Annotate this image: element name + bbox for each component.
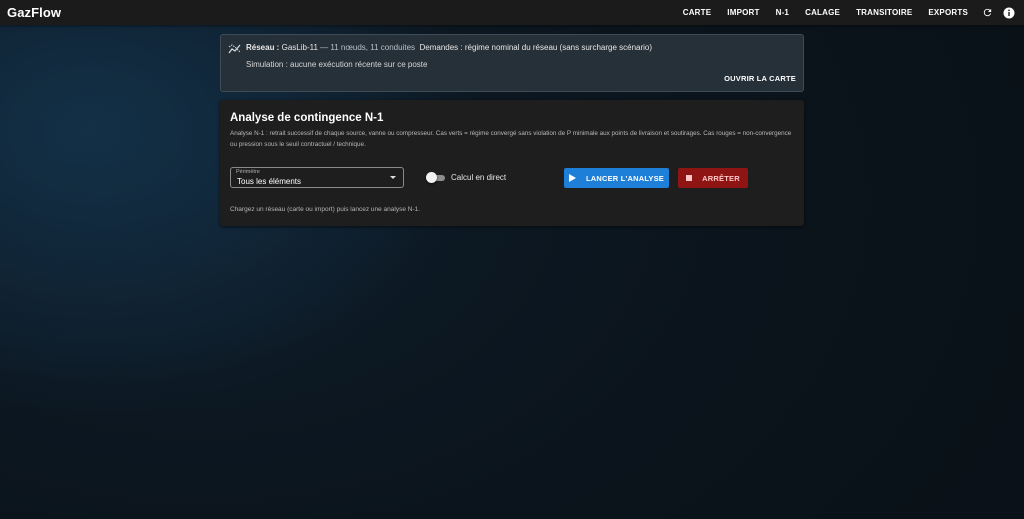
network-info-card: Réseau : GasLib-11 — 11 nœuds, 11 condui… — [220, 34, 804, 92]
run-analysis-button[interactable]: LANCER L'ANALYSE — [564, 168, 669, 188]
live-calc-label: Calcul en direct — [451, 173, 507, 182]
stop-icon — [686, 175, 693, 181]
reseau-label: Réseau : — [246, 43, 280, 52]
hint-text: Chargez un réseau (carte ou import) puis… — [230, 206, 421, 213]
card-title: Analyse de contingence N-1 — [230, 112, 384, 124]
play-icon — [568, 174, 576, 182]
reseau-name: GasLib-11 — [281, 43, 318, 52]
perimeter-label: Périmètre — [236, 169, 260, 175]
nav-n1[interactable]: N-1 — [768, 0, 798, 25]
main-nav: CARTE IMPORT N-1 CALAGE TRANSITOIRE EXPO… — [675, 0, 1024, 25]
nav-import[interactable]: IMPORT — [719, 0, 767, 25]
perimeter-select[interactable]: Périmètre Tous les éléments — [230, 167, 404, 188]
app-bar: GazFlow CARTE IMPORT N-1 CALAGE TRANSITO… — [0, 0, 1024, 25]
nav-exports[interactable]: EXPORTS — [920, 0, 976, 25]
stop-button[interactable]: ARRÊTER — [678, 168, 748, 188]
nav-calage[interactable]: CALAGE — [797, 0, 848, 25]
card-description: Analyse N-1 : retrait successif de chaqu… — [230, 130, 792, 148]
stop-label: ARRÊTER — [702, 173, 740, 183]
n1-analysis-card: Analyse de contingence N-1 Analyse N-1 :… — [220, 100, 804, 226]
run-analysis-label: LANCER L'ANALYSE — [585, 173, 665, 183]
open-map-button[interactable]: OUVRIR LA CARTE — [724, 74, 796, 83]
nav-transitoire[interactable]: TRANSITOIRE — [848, 0, 920, 25]
refresh-icon — [983, 8, 991, 17]
live-calc-toggle[interactable] — [426, 172, 446, 183]
network-summary: Réseau : GasLib-11 — 11 nœuds, 11 condui… — [246, 43, 652, 52]
info-icon — [1003, 7, 1015, 18]
network-chart-icon — [228, 44, 241, 54]
refresh-button[interactable] — [976, 0, 998, 25]
reseau-stats: — 11 nœuds, 11 conduites — [320, 43, 416, 52]
info-button[interactable] — [998, 0, 1020, 25]
chevron-down-icon — [390, 176, 396, 179]
app-title: GazFlow — [7, 5, 62, 20]
toggle-thumb — [426, 172, 437, 183]
demandes-text: Demandes : régime nominal du réseau (san… — [419, 43, 653, 52]
perimeter-value: Tous les éléments — [237, 177, 302, 186]
nav-carte[interactable]: CARTE — [675, 0, 720, 25]
simulation-status: Simulation : aucune exécution récente su… — [246, 60, 428, 69]
